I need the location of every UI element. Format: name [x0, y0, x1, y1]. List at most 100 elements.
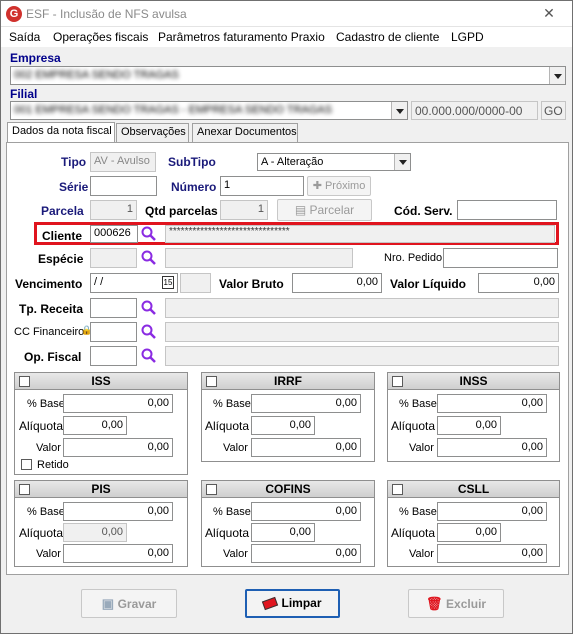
- search-icon[interactable]: [140, 347, 158, 365]
- op-fiscal-input[interactable]: [90, 346, 137, 366]
- valor-liquido-field[interactable]: 0,00: [478, 273, 559, 293]
- pis-valor-input[interactable]: 0,00: [63, 544, 173, 563]
- cofins-header: COFINS: [202, 481, 374, 498]
- window: G ESF - Inclusão de NFS avulsa ✕ Saída O…: [0, 0, 573, 634]
- inss-checkbox[interactable]: [392, 376, 403, 387]
- nro-pedido-input[interactable]: [443, 248, 558, 268]
- op-fiscal-label: Op. Fiscal: [24, 350, 82, 364]
- pis-base-label: % Base: [27, 506, 65, 518]
- irrf-base-input[interactable]: 0,00: [251, 394, 361, 413]
- csll-group: CSLL % Base 0,00 Alíquota 0,00 Valor 0,0…: [387, 480, 560, 567]
- gravar-button[interactable]: ▣ Gravar: [81, 589, 177, 618]
- tipo-field: AV - Avulso: [90, 152, 156, 172]
- inss-aliquota-label: Alíquota: [391, 419, 436, 433]
- menu-cadastro-cliente[interactable]: Cadastro de cliente: [336, 30, 439, 44]
- menu-lgpd[interactable]: LGPD: [451, 30, 484, 44]
- tp-receita-input[interactable]: [90, 298, 137, 318]
- tab-observacoes[interactable]: Observações: [116, 123, 189, 142]
- irrf-valor-label: Valor: [223, 442, 248, 454]
- pis-base-input[interactable]: 0,00: [63, 502, 173, 521]
- filial-value: 001 EMPRESA SENDO TRAGAS - EMPRESA SENDO…: [14, 104, 333, 116]
- empresa-select[interactable]: 002 EMPRESA SENDO TRAGAS: [10, 66, 566, 85]
- cnpj-field: 00.000.000/0000-00: [411, 101, 538, 120]
- chevron-down-icon[interactable]: [549, 67, 565, 84]
- irrf-group: IRRF % Base 0,00 Alíquota 0,00 Valor 0,0…: [201, 372, 375, 462]
- cc-financeiro-desc-field: [165, 322, 559, 342]
- qtd-parcelas-field: 1: [220, 200, 268, 220]
- chevron-down-icon[interactable]: [394, 154, 410, 170]
- parcelar-button[interactable]: ▤ Parcelar: [277, 199, 372, 221]
- iss-group: ISS % Base 0,00 Alíquota 0,00 Valor 0,00…: [14, 372, 188, 475]
- search-icon[interactable]: [140, 249, 158, 267]
- cofins-valor-input[interactable]: 0,00: [251, 544, 361, 563]
- iss-valor-input[interactable]: 0,00: [63, 438, 173, 457]
- save-icon: ▣: [101, 596, 118, 611]
- cofins-base-input[interactable]: 0,00: [251, 502, 361, 521]
- csll-aliquota-input[interactable]: 0,00: [437, 523, 501, 542]
- csll-valor-input[interactable]: 0,00: [437, 544, 547, 563]
- filial-select[interactable]: 001 EMPRESA SENDO TRAGAS - EMPRESA SENDO…: [10, 101, 408, 120]
- especie-label: Espécie: [38, 252, 84, 266]
- pis-checkbox[interactable]: [19, 484, 30, 495]
- numero-input[interactable]: 1: [220, 176, 304, 196]
- title-bar: G ESF - Inclusão de NFS avulsa ✕: [1, 1, 572, 27]
- tab-anexar-documentos[interactable]: Anexar Documentos: [192, 123, 298, 142]
- iss-valor-label: Valor: [36, 442, 61, 454]
- valor-bruto-input[interactable]: 0,00: [292, 273, 382, 293]
- cc-financeiro-label: CC Financeiro: [14, 326, 85, 338]
- cofins-aliquota-input[interactable]: 0,00: [251, 523, 315, 542]
- serie-input[interactable]: [90, 176, 157, 196]
- search-icon[interactable]: [140, 323, 158, 341]
- vencimento-input[interactable]: / / 15: [90, 273, 178, 293]
- pis-header: PIS: [15, 481, 187, 498]
- app-logo-icon: G: [6, 6, 22, 22]
- menu-saida[interactable]: Saída: [9, 30, 40, 44]
- cliente-code-input[interactable]: 000626: [90, 225, 138, 243]
- search-icon[interactable]: [140, 299, 158, 317]
- cofins-checkbox[interactable]: [206, 484, 217, 495]
- inss-base-input[interactable]: 0,00: [437, 394, 547, 413]
- pis-group: PIS % Base 0,00 Alíquota 0,00 Valor 0,00: [14, 480, 188, 567]
- cc-financeiro-input[interactable]: [90, 322, 137, 342]
- filial-label: Filial: [10, 87, 38, 101]
- pis-aliquota-input[interactable]: 0,00: [63, 523, 127, 542]
- csll-checkbox[interactable]: [392, 484, 403, 495]
- search-icon[interactable]: [140, 225, 158, 243]
- irrf-aliquota-input[interactable]: 0,00: [251, 416, 315, 435]
- eraser-icon: [262, 597, 279, 611]
- subtipo-select[interactable]: A - Alteração: [257, 153, 411, 171]
- proximo-button[interactable]: ✚ Próximo: [307, 176, 371, 196]
- irrf-valor-input[interactable]: 0,00: [251, 438, 361, 457]
- csll-aliquota-label: Alíquota: [391, 526, 436, 540]
- limpar-button[interactable]: Limpar: [245, 589, 340, 618]
- cod-serv-input[interactable]: [457, 200, 557, 220]
- plus-icon: ✚: [312, 180, 325, 192]
- irrf-checkbox[interactable]: [206, 376, 217, 387]
- inss-header: INSS: [388, 373, 559, 390]
- iss-aliquota-input[interactable]: 0,00: [63, 416, 127, 435]
- calendar-icon[interactable]: 15: [162, 276, 174, 289]
- vencimento-extra-field: [180, 273, 211, 293]
- close-icon[interactable]: ✕: [536, 5, 562, 23]
- especie-desc-field: [165, 248, 353, 268]
- inss-valor-input[interactable]: 0,00: [437, 438, 547, 457]
- csll-base-label: % Base: [399, 506, 437, 518]
- menu-parametros-faturamento[interactable]: Parâmetros faturamento Praxio: [158, 30, 325, 44]
- empresa-label: Empresa: [10, 51, 61, 65]
- trash-icon: 🗑: [425, 596, 447, 611]
- subtipo-label: SubTipo: [168, 155, 216, 169]
- menu-operacoes-fiscais[interactable]: Operações fiscais: [53, 30, 148, 44]
- inss-aliquota-input[interactable]: 0,00: [437, 416, 501, 435]
- chevron-down-icon[interactable]: [391, 102, 407, 119]
- csll-base-input[interactable]: 0,00: [437, 502, 547, 521]
- excluir-button[interactable]: 🗑 Excluir: [408, 589, 504, 618]
- vencimento-label: Vencimento: [15, 277, 83, 291]
- iss-checkbox[interactable]: [19, 376, 30, 387]
- cliente-name-field: *******************************: [165, 225, 555, 243]
- tp-receita-desc-field: [165, 298, 559, 318]
- tab-dados-nota-fiscal[interactable]: Dados da nota fiscal: [7, 122, 115, 143]
- iss-retido-checkbox[interactable]: [21, 459, 32, 470]
- especie-input[interactable]: [90, 248, 137, 268]
- inss-group: INSS % Base 0,00 Alíquota 0,00 Valor 0,0…: [387, 372, 560, 462]
- iss-base-input[interactable]: 0,00: [63, 394, 173, 413]
